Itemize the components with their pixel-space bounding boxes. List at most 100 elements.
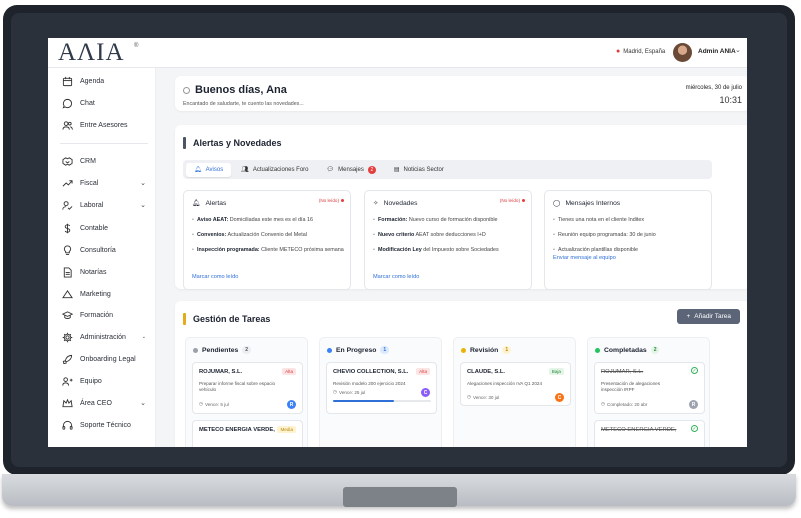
add-task-label: Añadir Tarea — [694, 313, 731, 320]
card-header: ✧ Novedades — [373, 199, 417, 208]
task-card[interactable]: ROJUMAR, S.L. ✓ Presentación de alegacio… — [594, 362, 705, 414]
task-due: ◷ Vence: 5 jul — [199, 401, 229, 407]
due-text: Vence: 25 jul — [339, 389, 366, 395]
chat-icon — [62, 98, 73, 108]
list-item: Tienes una nota en el cliente Inditex — [553, 217, 705, 224]
sidebar-item-chat[interactable]: Chat — [62, 96, 152, 110]
alerts-panel: Alertas y Novedades 🔔︎ Avisos 👥︎ Actualiza… — [175, 125, 747, 290]
chevron-down-icon[interactable]: ⌄ — [140, 399, 146, 407]
sidebar-item-entre-asesores[interactable]: Entre Asesores — [62, 118, 152, 132]
greeting-text: Buenos días, Ana — [195, 84, 287, 96]
tab-mensajes[interactable]: 💬︎ Mensajes 2 — [319, 163, 384, 177]
tasks-panel: Gestión de Tareas + Añadir Tarea Pendient… — [175, 301, 747, 447]
tab-actualizaciones-foro[interactable]: 👥︎ Actualizaciones Foro — [233, 163, 316, 177]
item-text: AEAT sobre deducciones I+D — [414, 232, 486, 238]
list-item: Inspección programada: Cliente METECO pr… — [192, 247, 344, 254]
task-card[interactable]: CHEVIO COLLECTION, S.L. Alta Revisión mo… — [326, 362, 437, 414]
mark-read-link[interactable]: Marcar como leído — [192, 274, 238, 280]
completed-text: Completado: 20 abr — [607, 401, 648, 407]
chevron-down-icon[interactable]: ⌄ — [142, 334, 146, 340]
task-completed: ◷ Completado: 20 abr — [601, 401, 647, 407]
item-text: Cliente METECO próxima semana — [259, 247, 344, 253]
sidebar-item-label: Entre Asesores — [80, 121, 128, 129]
sidebar-item-label: Equipo — [80, 377, 102, 385]
news-card: ✧ Novedades (No leído) Formación: Nuevo c… — [364, 190, 532, 290]
sidebar-item-soporte-tecnico[interactable]: Soporte Técnico — [62, 418, 152, 432]
bell-icon: 🔔︎ — [194, 167, 202, 173]
plus-icon: + — [686, 313, 691, 320]
sidebar-item-contable[interactable]: Contable — [62, 221, 152, 235]
clock-icon: ◷ — [601, 401, 606, 406]
sidebar-item-consultoria[interactable]: Consultoría — [62, 243, 152, 257]
task-due: ◷ Vence: 30 jul — [467, 394, 499, 400]
column-count: 2 — [650, 346, 660, 354]
sidebar-item-label: Consultoría — [80, 246, 116, 254]
app-screen: AɅIA ® ● Madrid, España Admin ANIA ⌄ Age… — [48, 38, 747, 447]
item-text: Tienes una nota en el cliente Inditex — [558, 217, 645, 223]
tab-noticias-sector[interactable]: ▤ Noticias Sector — [386, 163, 452, 177]
chevron-down-icon[interactable]: ⌄ — [140, 179, 146, 187]
users-icon — [62, 120, 73, 130]
alerts-tabs: 🔔︎ Avisos 👥︎ Actualizaciones Foro 💬︎ Mensaj… — [183, 160, 712, 179]
status-dot — [327, 347, 332, 353]
location: ● Madrid, España — [616, 48, 665, 55]
item-key: Modificación Ley — [378, 247, 422, 253]
sidebar-item-agenda[interactable]: Agenda — [62, 74, 152, 88]
sidebar-item-label: Marketing — [80, 290, 111, 298]
rocket-icon — [62, 354, 73, 364]
sidebar-item-crm[interactable]: CRM — [62, 154, 152, 168]
status-dot — [461, 347, 466, 353]
sidebar-item-onboarding-legal[interactable]: Onboarding Legal — [62, 352, 152, 366]
handshake-icon — [62, 156, 73, 166]
graduation-icon — [62, 310, 73, 319]
greeting-subtitle: Encantado de saludarte, te cuento las no… — [183, 101, 304, 107]
sidebar-item-area-ceo[interactable]: Área CEO ⌄ — [62, 396, 152, 410]
task-title: METECO ENERGIA VERDE, — [601, 427, 677, 433]
messages-card: ◯ Mensajes Internos Tienes una nota en el… — [544, 190, 712, 290]
sidebar-item-administracion[interactable]: Administración ⌄ — [62, 330, 152, 344]
list-item: Formación: Nuevo curso de formación disp… — [373, 217, 525, 224]
sidebar-item-equipo[interactable]: Equipo — [62, 374, 152, 388]
mark-read-link[interactable]: Marcar como leído — [373, 274, 419, 280]
location-label: Madrid, España — [623, 48, 666, 55]
sidebar-item-marketing[interactable]: Marketing — [62, 287, 152, 301]
sidebar-item-laboral[interactable]: Laboral ⌄ — [62, 198, 152, 212]
task-card[interactable]: METECO ENERGIA VERDE, Media — [192, 420, 303, 447]
sidebar-item-formacion[interactable]: Formación — [62, 308, 152, 322]
assignee-avatar[interactable]: C — [421, 388, 430, 397]
tab-avisos[interactable]: 🔔︎ Avisos — [186, 162, 232, 177]
clock-icon — [183, 86, 190, 94]
assignee-avatar[interactable]: R — [689, 400, 698, 409]
alerts-title-text: Alertas y Novedades — [193, 138, 282, 148]
user-avatar[interactable] — [673, 43, 692, 62]
chevron-down-icon[interactable]: ⌄ — [140, 201, 146, 209]
chevron-down-icon[interactable]: ⌄ — [735, 46, 741, 54]
logo[interactable]: AɅIA — [58, 39, 125, 67]
task-card[interactable]: ROJUMAR, S.L. Alta Preparar informe fisc… — [192, 362, 303, 414]
add-task-button[interactable]: + Añadir Tarea — [677, 309, 740, 324]
column-header: Pendientes 2 — [193, 346, 252, 354]
column-title: Completadas — [604, 346, 647, 354]
item-key: Formación: — [378, 217, 408, 223]
assignee-avatar[interactable]: C — [555, 393, 564, 402]
sidebar-item-notarias[interactable]: Notarías — [62, 265, 152, 279]
priority-badge: Alta — [416, 368, 430, 375]
task-card[interactable]: CLAUDE, S.L. Baja Alegaciones inspección… — [460, 362, 571, 406]
send-message-link[interactable]: Enviar mensaje al equipo — [553, 255, 616, 261]
column-en-progreso: En Progreso 1 CHEVIO COLLECTION, S.L. Alt… — [319, 337, 442, 447]
bell-icon: 🔔︎ — [192, 200, 201, 207]
card-title: Mensajes Internos — [565, 199, 621, 207]
tasks-title-text: Gestión de Tareas — [193, 314, 271, 324]
sidebar-item-fiscal[interactable]: Fiscal ⌄ — [62, 176, 152, 190]
dollar-icon — [64, 223, 71, 233]
current-time: 10:31 — [719, 95, 742, 105]
user-name[interactable]: Admin ANIA — [698, 48, 736, 55]
sidebar-item-label: Onboarding Legal — [80, 355, 136, 363]
welcome-panel: Buenos días, Ana Encantado de saludarte,… — [175, 76, 747, 111]
list-item: Nuevo criterio AEAT sobre deducciones I+… — [373, 232, 525, 239]
assignee-avatar[interactable]: R — [287, 400, 296, 409]
task-card[interactable]: METECO ENERGIA VERDE, ✓ — [594, 420, 705, 447]
alerts-title: Alertas y Novedades — [183, 137, 282, 149]
column-revision: Revisión 1 CLAUDE, S.L. Baja Alegaciones … — [453, 337, 576, 447]
location-pin-icon: ● — [616, 48, 621, 55]
